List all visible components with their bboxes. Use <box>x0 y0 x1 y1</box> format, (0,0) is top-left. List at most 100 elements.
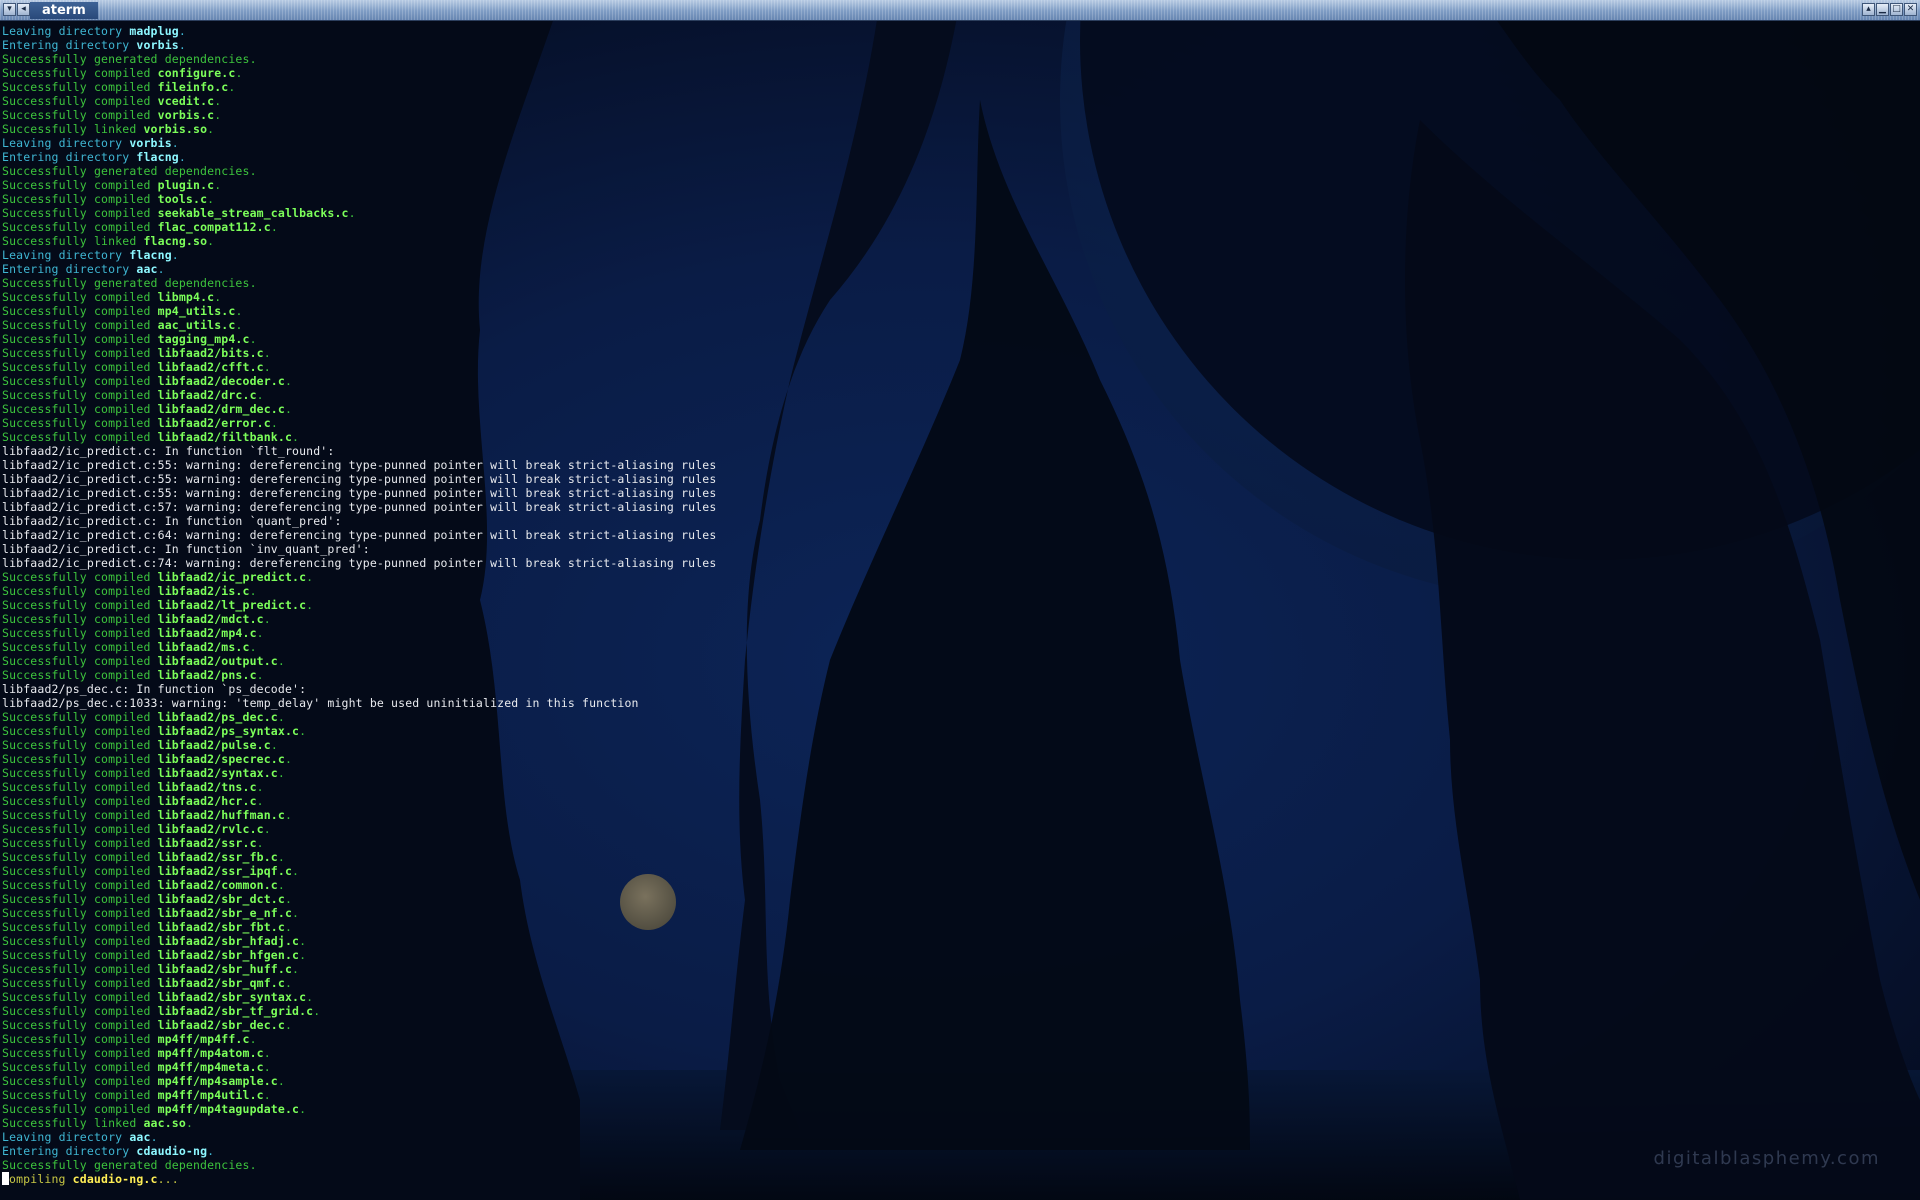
file-name: libfaad2/ic_predict.c <box>157 570 307 584</box>
build-status-text: Successfully compiled <box>2 304 158 318</box>
terminal-line: Successfully compiled libfaad2/mdct.c. <box>2 612 1920 626</box>
compiler-warning-text: libfaad2/ic_predict.c: In function `quan… <box>2 514 342 528</box>
line-suffix: . <box>306 990 314 1004</box>
file-name: libfaad2/hcr.c <box>157 794 257 808</box>
directory-name: vorbis <box>136 38 179 52</box>
terminal-output[interactable]: Leaving directory madplug. Entering direc… <box>0 24 1920 1194</box>
line-suffix: . <box>263 822 271 836</box>
compiler-warning-text: libfaad2/ps_dec.c:1033: warning: 'temp_d… <box>2 696 639 710</box>
build-status-text: Successfully linked <box>2 122 144 136</box>
maximize-button[interactable]: □ <box>1890 3 1903 16</box>
compiler-warning-text: libfaad2/ic_predict.c: In function `inv_… <box>2 542 370 556</box>
line-suffix: . <box>256 780 264 794</box>
build-status-text: Successfully compiled <box>2 738 158 752</box>
raise-button[interactable]: ▴ <box>1862 3 1875 16</box>
terminal-line: Successfully compiled libfaad2/sbr_fbt.c… <box>2 920 1920 934</box>
window-menu-button[interactable]: ▾ <box>3 3 16 16</box>
terminal-line: Successfully compiled libfaad2/sbr_synta… <box>2 990 1920 1004</box>
minimize-button[interactable]: ▁ <box>1876 3 1889 16</box>
build-status-text: Successfully compiled <box>2 668 158 682</box>
terminal-line: Successfully compiled libfaad2/output.c. <box>2 654 1920 668</box>
terminal-line: Successfully compiled libfaad2/specrec.c… <box>2 752 1920 766</box>
build-status-text: Successfully compiled <box>2 290 158 304</box>
file-name: vorbis.so <box>143 122 208 136</box>
terminal-line: Successfully compiled libfaad2/sbr_tf_gr… <box>2 1004 1920 1018</box>
terminal-line: libfaad2/ic_predict.c:74: warning: deref… <box>2 556 1920 570</box>
line-suffix: . <box>263 1088 271 1102</box>
terminal-line: Leaving directory flacng. <box>2 248 1920 262</box>
terminal-line: Successfully compiled libfaad2/ps_dec.c. <box>2 710 1920 724</box>
build-status-text: Successfully compiled <box>2 318 158 332</box>
build-status-text: Successfully generated dependencies. <box>2 1158 257 1172</box>
line-suffix: . <box>263 612 271 626</box>
file-name: tagging_mp4.c <box>157 332 250 346</box>
line-suffix: . <box>277 766 285 780</box>
build-status-text: Successfully compiled <box>2 1004 158 1018</box>
terminal-line: Successfully compiled configure.c. <box>2 66 1920 80</box>
terminal-line: Successfully compiled libmp4.c. <box>2 290 1920 304</box>
build-status-text: Successfully compiled <box>2 864 158 878</box>
file-name: vorbis.c <box>157 108 215 122</box>
directory-name: aac <box>136 262 158 276</box>
build-status-text: Successfully compiled <box>2 920 158 934</box>
terminal-line: Leaving directory aac. <box>2 1130 1920 1144</box>
line-suffix: . <box>256 794 264 808</box>
build-status-text: Successfully compiled <box>2 360 158 374</box>
terminal-line: Successfully compiled libfaad2/is.c. <box>2 584 1920 598</box>
file-name: mp4ff/mp4tagupdate.c <box>157 1102 300 1116</box>
build-status-text: Successfully compiled <box>2 1088 158 1102</box>
build-status-text: Successfully generated dependencies. <box>2 52 257 66</box>
compiler-warning-text: libfaad2/ic_predict.c:55: warning: deref… <box>2 486 717 500</box>
file-name: mp4_utils.c <box>157 304 236 318</box>
line-suffix: . <box>178 24 186 38</box>
build-status-text: Leaving directory <box>2 248 130 262</box>
file-name: fileinfo.c <box>157 80 229 94</box>
file-name: libfaad2/ssr.c <box>157 836 257 850</box>
line-suffix: . <box>249 332 257 346</box>
terminal-line: Successfully compiled libfaad2/ms.c. <box>2 640 1920 654</box>
build-status-text: Successfully compiled <box>2 766 158 780</box>
line-suffix: . <box>263 346 271 360</box>
build-status-text: Successfully compiled <box>2 94 158 108</box>
terminal-line: Leaving directory vorbis. <box>2 136 1920 150</box>
line-suffix: . <box>284 1018 293 1032</box>
terminal-line: Successfully compiled seekable_stream_ca… <box>2 206 1920 220</box>
build-status-text: Successfully compiled <box>2 1102 158 1116</box>
file-name: plugin.c <box>157 178 215 192</box>
shade-button[interactable]: ◂ <box>17 3 30 16</box>
line-suffix: . <box>207 192 215 206</box>
line-suffix: . <box>299 948 307 962</box>
terminal-line: Successfully generated dependencies. <box>2 1158 1920 1172</box>
build-status-text: Successfully compiled <box>2 780 158 794</box>
directory-name: flacng <box>136 150 179 164</box>
line-suffix: . <box>256 626 264 640</box>
build-status-text: Successfully linked <box>2 234 144 248</box>
terminal-line: Successfully compiled libfaad2/lt_predic… <box>2 598 1920 612</box>
close-button[interactable]: ✕ <box>1904 3 1917 16</box>
line-suffix: . <box>178 150 186 164</box>
file-name: aac.so <box>143 1116 186 1130</box>
terminal-line: Successfully compiled libfaad2/sbr_dec.c… <box>2 1018 1920 1032</box>
terminal-line: Successfully compiled libfaad2/ps_syntax… <box>2 724 1920 738</box>
file-name: libfaad2/error.c <box>157 416 271 430</box>
line-suffix: . <box>256 668 264 682</box>
terminal-line: Successfully compiled flac_compat112.c. <box>2 220 1920 234</box>
line-suffix: . <box>292 864 300 878</box>
line-suffix: . <box>171 248 179 262</box>
terminal-line: Successfully compiled libfaad2/common.c. <box>2 878 1920 892</box>
build-status-text: Successfully compiled <box>2 948 158 962</box>
line-suffix: . <box>292 962 300 976</box>
line-suffix: ... <box>157 1172 179 1186</box>
terminal-line: ompiling cdaudio-ng.c... <box>2 1172 1920 1186</box>
build-status-text: ompiling <box>9 1172 73 1186</box>
terminal-line: Successfully compiled mp4ff/mp4sample.c. <box>2 1074 1920 1088</box>
build-status-text: Entering directory <box>2 38 137 52</box>
build-status-text: Entering directory <box>2 262 137 276</box>
window-title: aterm <box>30 2 98 19</box>
build-status-text: Successfully compiled <box>2 80 158 94</box>
window-titlebar[interactable]: ▾ ◂ aterm ▴ ▁ □ ✕ <box>0 0 1920 21</box>
build-status-text: Leaving directory <box>2 136 130 150</box>
line-suffix: . <box>277 710 285 724</box>
line-suffix: . <box>284 976 293 990</box>
line-suffix: . <box>348 206 356 220</box>
